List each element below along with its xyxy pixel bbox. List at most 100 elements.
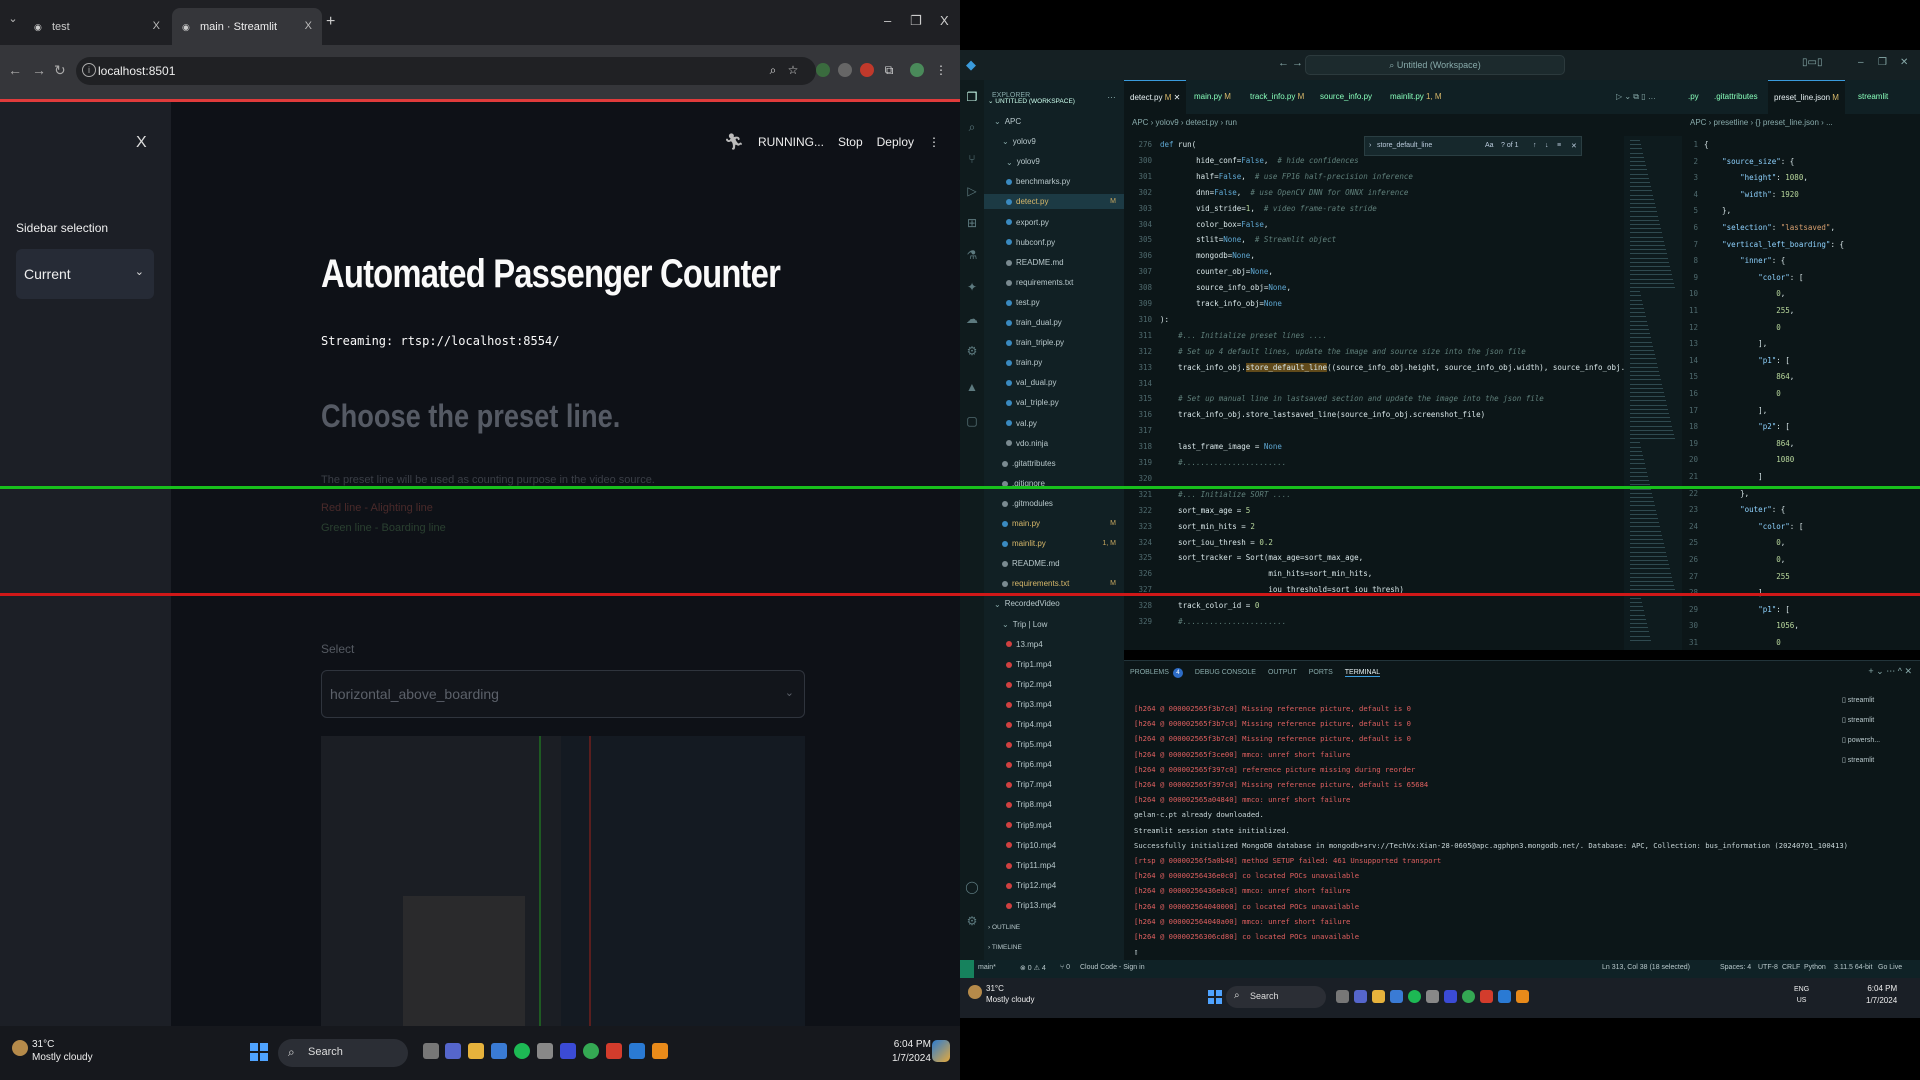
panel-tab-problems[interactable]: PROBLEMS [1130,669,1169,676]
vscode-icon[interactable] [1498,990,1511,1003]
task-view-icon[interactable] [1336,990,1349,1003]
file-tree-item[interactable]: Trip7.mp4 [984,777,1124,792]
file-tree-item[interactable]: requirements.txt M [984,576,1124,591]
file-tree-item[interactable]: val_triple.py [984,395,1124,410]
terminal-instance[interactable]: ▯ streamlit [1842,751,1880,771]
task-view-icon[interactable] [423,1043,439,1059]
chevron-right-icon[interactable]: › [1369,142,1371,149]
close-window-button[interactable]: ✕ [1900,57,1908,68]
file-tree-item[interactable]: Trip2.mp4 [984,677,1124,692]
remote-indicator-icon[interactable] [960,960,974,978]
indent-status[interactable]: Spaces: 4 [1720,964,1751,971]
copilot-icon[interactable]: ✦ [965,280,979,294]
mail-icon[interactable] [1390,990,1403,1003]
file-tree-item[interactable]: ⌄ yolov9 [984,154,1124,169]
extension-icon[interactable] [838,63,852,77]
command-center-search[interactable]: ⌕ Untitled (Workspace) [1305,55,1565,75]
sidebar-close-button[interactable]: X [136,134,147,152]
file-tree-item[interactable]: detect.py M [984,194,1124,210]
back-icon[interactable]: ← [1278,57,1289,69]
deploy-button[interactable]: Deploy [877,135,914,149]
timeline-section[interactable]: › TIMELINE [984,940,1124,955]
tab-test[interactable]: ◉ test X [24,8,170,45]
chat-icon[interactable]: ▢ [965,414,979,428]
extension-red-icon[interactable] [860,63,874,77]
file-tree-item[interactable]: Trip11.mp4 [984,858,1124,873]
language-indicator[interactable]: ENG US [1794,984,1809,1006]
find-input[interactable]: store_default_line [1377,142,1432,149]
terminal-instance[interactable]: ▯ streamlit [1842,691,1880,711]
explorer-icon[interactable]: ❐ [965,90,979,104]
eol-status[interactable]: CRLF [1782,964,1800,971]
editor-tab[interactable]: .gitattributes [1708,80,1764,114]
sidebar-selectbox[interactable]: Current ⌄ [16,249,154,299]
close-icon[interactable]: X [153,20,160,32]
file-explorer-icon[interactable] [468,1043,484,1059]
file-tree-item[interactable]: ⌄ yolov9 [984,134,1124,149]
language-status[interactable]: Python [1804,964,1826,971]
clock[interactable]: 6:04 PM 1/7/2024 [892,1038,931,1066]
branch-status[interactable]: main* [978,964,996,971]
preset-line-selectbox[interactable]: horizontal_above_boarding ⌄ [321,670,805,718]
cursor-position[interactable]: Ln 313, Col 38 (18 selected) [1602,964,1690,971]
file-tree-item[interactable]: Trip3.mp4 [984,697,1124,712]
vlc-icon[interactable] [1516,990,1529,1003]
file-tree-item[interactable]: val_dual.py [984,375,1124,390]
run-icon[interactable]: ▷ ⌄ ⧉ ▯ … [1610,80,1662,114]
chrome-icon[interactable] [583,1043,599,1059]
search-icon[interactable]: ⌕ [965,120,979,134]
file-tree-item[interactable]: Trip8.mp4 [984,797,1124,812]
spotify-icon[interactable] [514,1043,530,1059]
windows-start-icon[interactable] [1208,990,1222,1004]
go-live-status[interactable]: Go Live [1878,964,1902,971]
copilot-icon[interactable] [932,1040,950,1062]
editor-tab[interactable]: mainlit.py 1, M [1384,80,1448,114]
editor-tab[interactable]: .py [1682,80,1705,114]
stop-button[interactable]: Stop [838,135,863,149]
file-tree-item[interactable]: vdo.ninja [984,436,1124,451]
minimize-button[interactable]: – [1858,57,1864,68]
windows-start-icon[interactable] [250,1043,268,1061]
main-menu-icon[interactable]: ⋮ [928,135,940,149]
panel-tab-ports[interactable]: PORTS [1309,669,1333,676]
editor-tab[interactable]: preset_line.json M [1768,80,1845,114]
vlc-icon[interactable] [652,1043,668,1059]
file-tree-item[interactable]: main.py M [984,516,1124,531]
file-tree-item[interactable]: train_dual.py [984,315,1124,330]
close-icon[interactable]: X [305,20,312,32]
address-bar[interactable]: i localhost:8501 [76,57,816,85]
file-tree-item[interactable]: Trip5.mp4 [984,737,1124,752]
testing-icon[interactable]: ⚗ [965,248,979,262]
close-icon[interactable]: ✕ [1171,93,1181,102]
ports-status[interactable]: ⑂ 0 [1060,964,1070,971]
outline-section[interactable]: › OUTLINE [984,920,1124,935]
file-tree-item[interactable]: train.py [984,355,1124,370]
file-tree-item[interactable]: .gitattributes [984,456,1124,471]
profile-avatar[interactable] [910,63,924,77]
file-tree-item[interactable]: README.md [984,556,1124,571]
panel-tab-debug-console[interactable]: DEBUG CONSOLE [1195,669,1256,676]
file-tree-item[interactable]: val.py [984,416,1124,431]
app-icon[interactable] [560,1043,576,1059]
file-tree-item[interactable]: test.py [984,295,1124,310]
github-icon[interactable] [537,1043,553,1059]
close-icon[interactable]: ✕ [1571,142,1577,150]
file-tree-item[interactable]: hubconf.py [984,235,1124,250]
panel-actions[interactable]: + ⌄ ⋯ ^ ✕ [1868,666,1912,677]
taskbar-search[interactable]: ⌕ Search [278,1039,408,1067]
breadcrumb[interactable]: APC › yolov9 › detect.py › run [1132,118,1237,127]
extensions-puzzle-icon[interactable]: ⧉ [882,63,896,77]
site-info-icon[interactable]: i [82,63,96,77]
file-tree-item[interactable]: Trip9.mp4 [984,818,1124,833]
panel-tab-output[interactable]: OUTPUT [1268,669,1297,676]
file-tree-item[interactable]: Trip1.mp4 [984,657,1124,672]
terminal-instance[interactable]: ▯ streamlit [1842,711,1880,731]
file-tree-item[interactable]: Trip12.mp4 [984,878,1124,893]
minimap[interactable] [1624,136,1682,650]
panel-tab-terminal[interactable]: TERMINAL [1344,669,1381,677]
close-window-button[interactable]: X [940,13,949,28]
mail-icon[interactable] [491,1043,507,1059]
file-tree-item[interactable]: Trip4.mp4 [984,717,1124,732]
file-tree-item[interactable]: Trip13.mp4 [984,898,1124,913]
cloud-code-icon[interactable]: ▲ [965,380,979,394]
